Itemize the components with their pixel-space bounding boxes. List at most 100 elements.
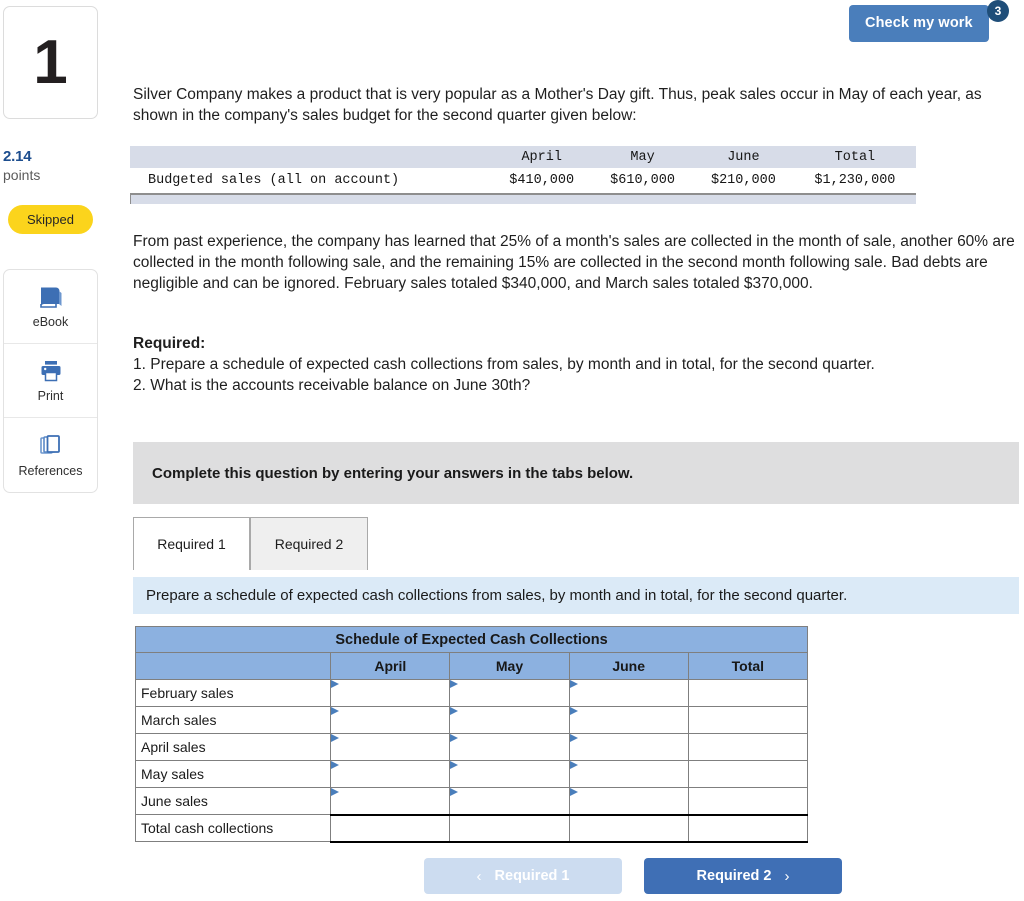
required-block: Required: 1. Prepare a schedule of expec…: [133, 333, 1019, 396]
budget-row-april: $410,000: [509, 172, 575, 188]
question-page: 1 2.14 points Skipped eBook Print Refere…: [0, 0, 1024, 901]
budget-col-april: April: [521, 149, 562, 165]
tool-print[interactable]: Print: [4, 344, 97, 418]
cell-march-total[interactable]: [687, 706, 809, 734]
requirement-prompt: Prepare a schedule of expected cash coll…: [133, 577, 1019, 614]
budgeted-sales-table: April May June Total Budgeted sales (all…: [130, 146, 916, 192]
question-number-box: 1: [3, 6, 98, 119]
points-value: 2.14: [3, 148, 32, 165]
budget-table-footer-bar: [130, 193, 916, 204]
intro-paragraph: Silver Company makes a product that is v…: [133, 86, 982, 124]
table-row: June sales: [134, 787, 809, 815]
question-number: 1: [33, 27, 68, 97]
tab-required-2-label: Required 2: [274, 536, 344, 552]
cell-february-june[interactable]: [568, 679, 689, 707]
answer-table-title: Schedule of Expected Cash Collections: [135, 626, 808, 653]
cell-total-april[interactable]: [330, 813, 451, 843]
requirement-tabs: Required 1 Required 2: [133, 517, 1019, 570]
status-badge-label: Skipped: [27, 212, 74, 227]
requirement-nav: ‹ Required 1 Required 2 ›: [133, 858, 1019, 894]
row-label-june-sales: June sales: [134, 787, 332, 815]
tab-required-2[interactable]: Required 2: [250, 517, 368, 570]
tool-ebook-label: eBook: [32, 315, 69, 329]
cell-june-april[interactable]: [330, 787, 451, 815]
cell-total-june[interactable]: [568, 813, 689, 843]
required-item-1: 1. Prepare a schedule of expected cash c…: [133, 356, 875, 373]
table-row: February sales: [134, 679, 809, 707]
table-row: April sales: [134, 733, 809, 761]
cell-march-april[interactable]: [330, 706, 451, 734]
budget-row-total: $1,230,000: [814, 172, 896, 188]
tool-print-label: Print: [37, 389, 64, 403]
required-heading: Required:: [133, 335, 206, 352]
budget-table-header-row: April May June Total: [130, 146, 916, 168]
row-label-april-sales: April sales: [134, 733, 332, 761]
row-label-february-sales: February sales: [134, 679, 332, 707]
cell-april-june[interactable]: [568, 733, 689, 761]
previous-requirement-button[interactable]: ‹ Required 1: [424, 858, 622, 894]
cell-march-june[interactable]: [568, 706, 689, 734]
answer-col-april: April: [330, 652, 451, 680]
answer-table-title-row: Schedule of Expected Cash Collections: [135, 626, 808, 653]
answer-col-blank: [134, 652, 332, 680]
row-label-may-sales: May sales: [134, 760, 332, 788]
collection-policy-paragraph: From past experience, the company has le…: [133, 233, 1015, 292]
complete-question-banner: Complete this question by entering your …: [133, 442, 1019, 504]
answer-col-june: June: [568, 652, 689, 680]
tab-required-1-label: Required 1: [157, 536, 226, 552]
cell-june-may[interactable]: [449, 787, 570, 815]
budget-col-june: June: [727, 149, 760, 165]
tool-references[interactable]: References: [4, 418, 97, 492]
budget-col-blank: [130, 146, 492, 168]
cell-february-total[interactable]: [687, 679, 809, 707]
question-sidebar: 1 2.14 points Skipped eBook Print Refere…: [0, 0, 125, 901]
cell-may-total[interactable]: [687, 760, 809, 788]
check-my-work-badge: 3: [987, 0, 1009, 22]
references-icon: [38, 433, 64, 459]
cell-february-may[interactable]: [449, 679, 570, 707]
tool-references-label: References: [18, 463, 83, 478]
cell-march-may[interactable]: [449, 706, 570, 734]
cell-june-june[interactable]: [568, 787, 689, 815]
row-label-total-cash-collections: Total cash collections: [134, 814, 332, 842]
budget-table-row: Budgeted sales (all on account) $410,000…: [130, 168, 916, 192]
cell-april-may[interactable]: [449, 733, 570, 761]
tool-stack: eBook Print References: [3, 269, 98, 493]
chevron-left-icon: ‹: [476, 867, 482, 885]
table-row: May sales: [134, 760, 809, 788]
cell-april-total[interactable]: [687, 733, 809, 761]
answer-table-header-row: April May June Total: [134, 652, 809, 680]
budget-col-total: Total: [834, 149, 876, 165]
row-label-march-sales: March sales: [134, 706, 332, 734]
budget-col-may: May: [630, 149, 655, 165]
cash-collections-answer-table: Schedule of Expected Cash Collections Ap…: [134, 626, 809, 843]
table-row: Total cash collections: [134, 813, 809, 843]
requirement-prompt-text: Prepare a schedule of expected cash coll…: [146, 587, 848, 604]
budget-row-label: Budgeted sales (all on account): [148, 172, 400, 188]
chevron-right-icon: ›: [784, 867, 790, 885]
budget-row-june: $210,000: [710, 172, 776, 188]
next-requirement-label: Required 2: [696, 868, 772, 884]
cell-total-total[interactable]: [687, 813, 809, 843]
tool-ebook[interactable]: eBook: [4, 270, 97, 344]
previous-requirement-label: Required 1: [494, 868, 570, 884]
answer-col-may: May: [449, 652, 570, 680]
points-label: points: [3, 167, 41, 183]
status-badge: Skipped: [8, 205, 93, 234]
cell-april-april[interactable]: [330, 733, 451, 761]
next-requirement-button[interactable]: Required 2 ›: [644, 858, 842, 894]
cell-february-april[interactable]: [330, 679, 451, 707]
answer-col-total: Total: [687, 652, 809, 680]
cell-may-april[interactable]: [330, 760, 451, 788]
budget-row-may: $610,000: [610, 172, 675, 188]
points-display: 2.14 points: [3, 148, 103, 184]
cell-june-total[interactable]: [687, 787, 809, 815]
printer-icon: [38, 358, 64, 384]
required-item-2: 2. What is the accounts receivable balan…: [133, 377, 531, 394]
complete-question-text: Complete this question by entering your …: [152, 464, 634, 482]
tab-required-1[interactable]: Required 1: [133, 517, 250, 570]
cell-total-may[interactable]: [449, 813, 570, 843]
cell-may-june[interactable]: [568, 760, 689, 788]
check-my-work-button[interactable]: Check my work: [849, 5, 989, 42]
cell-may-may[interactable]: [449, 760, 570, 788]
